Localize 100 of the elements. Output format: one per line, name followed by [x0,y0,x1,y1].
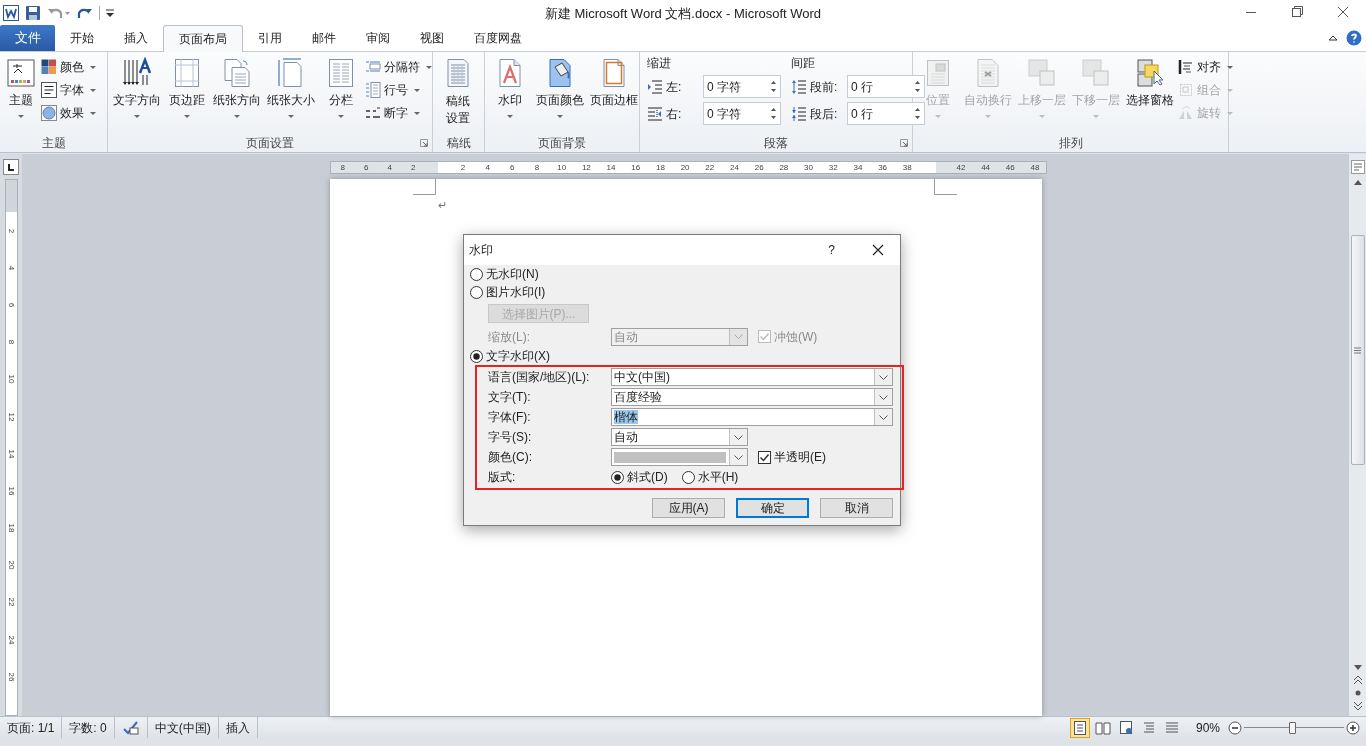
proofing-icon[interactable] [121,719,140,736]
scroll-up-icon[interactable] [1353,180,1362,185]
ribbon-button[interactable]: 断字 [365,103,434,123]
help-button[interactable]: ? [828,241,835,259]
spin-field[interactable]: 0 行 [847,75,925,98]
radio-label: 文字水印(X) [486,348,550,365]
ribbon-button[interactable]: 页面边框 [588,55,640,131]
ribbon-tab[interactable]: 审阅 [351,25,405,51]
view-ruler-icon[interactable] [1350,160,1365,174]
collapse-ribbon-icon[interactable] [1328,34,1338,42]
ribbon-tab[interactable]: 页面布局 [163,25,243,52]
chevron-down-icon [879,374,888,380]
ribbon-button[interactable]: 颜色 [41,57,98,77]
file-tab[interactable]: 文件 [0,25,55,51]
status-text[interactable]: 插入 [225,718,250,737]
checkbox[interactable] [758,450,771,464]
ribbon-button[interactable]: 字体 [41,80,98,100]
ribbon-button[interactable]: 分栏 [319,55,363,131]
ruler-number: 16 [630,162,642,173]
spin-arrows-icon[interactable] [915,108,920,119]
status-text[interactable]: 页面: 1/1 [7,718,55,737]
dropdown-arrow-button[interactable] [874,369,892,385]
print-layout-icon[interactable] [1069,717,1090,738]
next-page-icon[interactable] [1352,702,1363,710]
dropdown[interactable]: 楷体 [611,408,893,426]
ruler-number: 28 [778,162,790,173]
dropdown-arrow-button[interactable] [874,389,892,405]
radio-button[interactable] [470,349,483,363]
field-label: 左: [666,78,683,96]
checkbox-label: 冲蚀(W) [774,328,818,346]
radio-button[interactable] [611,470,624,484]
spin-arrows-icon[interactable] [771,108,776,119]
field-label: 段前: [810,78,839,96]
ribbon-button[interactable]: 对齐 [1178,57,1235,77]
scroll-down-icon[interactable] [1353,665,1362,670]
ribbon-tab[interactable]: 开始 [55,25,109,51]
close-icon[interactable] [872,244,884,256]
word-logo-icon[interactable] [3,4,19,21]
dropdown-arrow-button[interactable] [874,409,892,425]
ruler-number: 42 [955,162,967,173]
dialog-button[interactable]: 确定 [736,498,809,518]
dropdown[interactable]: 中文(中国) [611,368,893,386]
dialog-button[interactable]: 应用(A) [652,498,725,518]
spin-arrows-icon[interactable] [915,81,920,92]
ruler-number: 12 [7,412,15,421]
ribbon-button[interactable]: 页边距 [165,55,209,131]
zoom-percent[interactable]: 90% [1195,718,1220,737]
ribbon-button[interactable]: 纸张大小 [265,55,317,131]
ribbon-button[interactable]: 效果 [41,103,98,123]
customize-icon[interactable] [106,7,114,18]
ruler-number: 22 [7,598,15,607]
ruler-number: 12 [580,162,592,173]
save-icon[interactable] [25,4,41,21]
radio-button[interactable] [681,470,695,484]
ribbon-button[interactable]: 选择窗格 [1124,55,1176,131]
field-label: 字号(S): [488,429,533,446]
status-text[interactable]: 字数: 0 [69,718,107,737]
ruler-number: 8 [7,339,15,345]
ribbon-button[interactable]: 分隔符 [365,57,434,77]
zoom-out-icon[interactable] [1228,720,1242,735]
zoom-slider[interactable] [1244,720,1344,735]
ribbon-button[interactable]: 纸张方向 [211,55,263,131]
circle-icon [41,105,57,121]
ribbon-button[interactable]: 行号 [365,80,434,100]
dropdown-arrow-button[interactable] [729,449,747,465]
ribbon-button[interactable]: 水印 [488,55,532,131]
spin-arrows-icon[interactable] [771,81,776,92]
status-text[interactable]: 中文(中国) [154,718,211,737]
dialog-launcher-icon[interactable] [900,139,908,147]
window-title: 新建 Microsoft Word 文档.docx - Microsoft Word [543,5,823,23]
dropdown-arrow-button[interactable] [729,429,747,445]
tab-selector-icon[interactable] [3,159,19,175]
chevron-down-icon [879,394,888,400]
dialog-launcher-icon[interactable] [420,139,428,147]
scrollbar-thumb[interactable] [1350,235,1365,465]
ribbon-tab[interactable]: 百度网盘 [459,25,537,51]
previous-page-icon[interactable] [1352,676,1363,684]
ribbon-button[interactable]: 稿纸设置 [436,55,480,131]
dialog-button[interactable]: 取消 [820,498,893,518]
help-icon[interactable] [1346,30,1362,46]
radio-button[interactable] [470,267,483,281]
ribbon-tab[interactable]: 邮件 [297,25,351,51]
bring-forward-icon [1026,57,1058,89]
radio-button[interactable] [470,285,483,299]
ribbon-tab[interactable]: 引用 [243,25,297,51]
spin-field[interactable]: 0 字符 [703,75,781,98]
ruler-number: 24 [7,635,15,645]
dropdown[interactable]: 百度经验 [611,388,893,406]
ruler-number: 18 [7,523,15,533]
spin-field[interactable]: 0 字符 [703,102,781,125]
ribbon-tab[interactable]: 视图 [405,25,459,51]
dropdown[interactable]: 自动 [611,428,748,446]
ribbon-tab[interactable]: 插入 [109,25,163,51]
ribbon-button[interactable]: 文字方向 [111,55,163,131]
ribbon-button[interactable]: 主题 [3,55,39,131]
slider-thumb[interactable] [1289,721,1296,734]
ribbon-button[interactable]: 页面颜色 [534,55,586,131]
spin-field[interactable]: 0 行 [847,102,925,125]
zoom-in-icon[interactable] [1346,720,1360,735]
ruler-number: 20 [679,162,691,173]
